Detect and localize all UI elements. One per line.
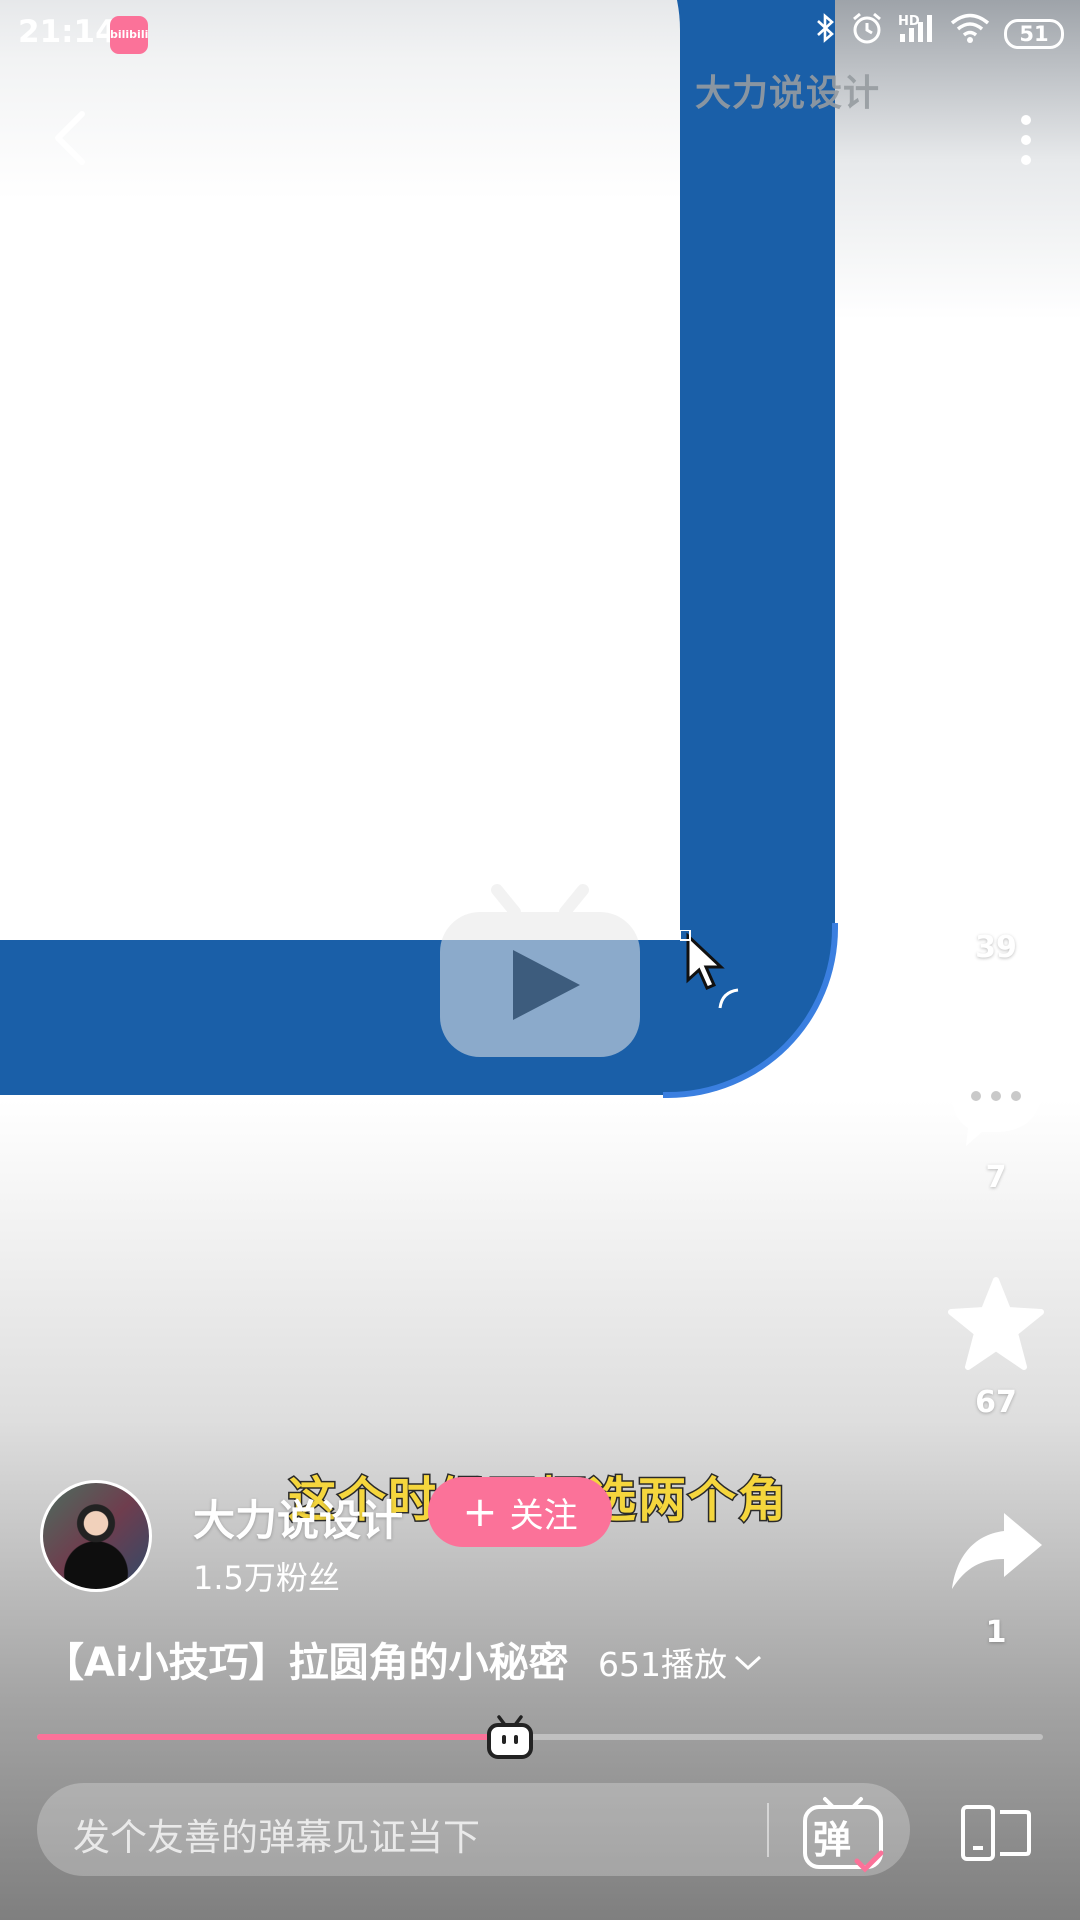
share-arrow-icon	[952, 1513, 1042, 1589]
chevron-down-icon	[734, 1655, 762, 1671]
danmaku-placeholder: 发个友善的弹幕见证当下	[73, 1816, 480, 1859]
author-name[interactable]: 大力说设计	[193, 1487, 403, 1548]
share-button[interactable]: 1	[941, 1505, 1051, 1650]
progress-fill	[37, 1734, 510, 1740]
bilibili-app-icon: bilibili	[110, 16, 148, 54]
plus-icon: +	[462, 1487, 498, 1536]
like-count: 39	[975, 930, 1017, 965]
favorite-count: 67	[975, 1385, 1017, 1420]
status-time: 21:14	[18, 14, 117, 50]
hd-label: HD	[898, 14, 920, 29]
danmaku-toggle-button[interactable]: 弹	[797, 1795, 889, 1873]
danmaku-toggle-label: 弹	[813, 1818, 852, 1862]
video-title[interactable]: 【Ai小技巧】拉圆角的小秘密	[44, 1630, 569, 1688]
video-watermark: 大力说设计	[695, 73, 881, 114]
wifi-icon	[950, 12, 990, 56]
tv-play-icon	[440, 884, 640, 1057]
signal-icon: HD	[898, 12, 936, 56]
screen-orientation-button[interactable]	[960, 1804, 1032, 1862]
favorite-button[interactable]: 67	[941, 1275, 1051, 1420]
more-vertical-icon	[1021, 115, 1031, 165]
alarm-icon	[850, 11, 884, 57]
progress-bar[interactable]	[37, 1734, 1043, 1740]
author-avatar[interactable]	[40, 1480, 152, 1592]
more-options-button[interactable]	[1012, 112, 1040, 168]
comment-button[interactable]: 7	[941, 1050, 1051, 1195]
play-count-text: 651播放	[598, 1645, 727, 1684]
follow-label: 关注	[509, 1495, 578, 1536]
chevron-left-icon	[55, 111, 85, 165]
share-count: 1	[985, 1615, 1007, 1650]
status-icons: HD 51	[814, 11, 1064, 57]
back-button[interactable]	[44, 104, 104, 174]
thumbs-up-icon	[954, 829, 1040, 910]
star-icon	[948, 1277, 1044, 1370]
mouse-cursor-icon	[680, 930, 739, 1009]
danmaku-input[interactable]: 发个友善的弹幕见证当下 弹	[37, 1783, 910, 1876]
tv-progress-thumb-icon[interactable]	[485, 1713, 535, 1763]
divider	[767, 1803, 769, 1857]
landscape-toggle-icon	[961, 1805, 1031, 1861]
comment-icon	[952, 1058, 1040, 1146]
battery-indicator: 51	[1004, 19, 1064, 49]
like-button[interactable]: 39	[941, 820, 1051, 965]
comment-count: 7	[985, 1160, 1007, 1195]
follow-button[interactable]: + 关注	[428, 1477, 612, 1547]
play-count[interactable]: 651播放	[598, 1638, 763, 1686]
author-fans-count: 1.5万粉丝	[193, 1559, 340, 1597]
bluetooth-icon	[814, 12, 836, 56]
